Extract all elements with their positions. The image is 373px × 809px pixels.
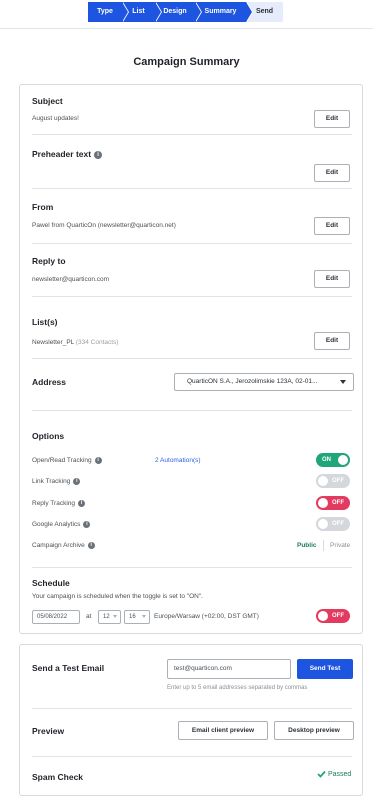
checkmark-icon [317,770,326,778]
schedule-label: Schedule [32,578,70,588]
toggle-knob [318,476,328,486]
preheader-label: Preheader text i [32,149,103,159]
toggle-state-label: OFF [332,478,344,484]
info-icon[interactable]: i [94,457,102,464]
options-label: Options [32,431,65,441]
minute-value: 16 [129,614,136,620]
edit-from-button[interactable]: Edit [314,217,350,235]
reply-to-label: Reply to [32,256,66,266]
schedule-date-input[interactable]: 05/08/2022 [32,610,80,624]
edit-reply-to-button[interactable]: Edit [314,270,350,288]
preheader-label-text: Preheader text [32,149,92,159]
toggle-state-label: OFF [332,500,344,506]
header-divider [0,28,373,29]
divider [32,296,352,297]
lists-value: Newsletter_PL (334 Contacts) [32,339,118,346]
link-tracking-label: Link Tracking i [32,478,81,486]
archive-option-separator [323,540,324,551]
email-client-preview-button[interactable]: Email client preview [178,721,268,740]
automations-link[interactable]: 2 Automation(s) [155,457,201,464]
divider [32,756,352,757]
caret-down-icon [142,615,146,618]
toggle-state-label: ON [322,457,331,463]
campaign-summary-card: Subject August updates! Edit Preheader t… [19,84,363,634]
schedule-toggle[interactable]: OFF [316,609,350,623]
subject-value: August updates! [32,115,79,122]
toggle-knob [338,455,348,465]
progress-stepper: Type List Design Summary Send [88,2,283,22]
spam-check-label: Spam Check [32,772,84,782]
schedule-note: Your campaign is scheduled when the togg… [32,593,203,600]
divider [32,243,352,244]
info-icon[interactable]: i [78,500,85,507]
info-icon[interactable]: i [94,150,103,159]
info-icon[interactable]: i [83,521,91,528]
info-icon[interactable]: i [87,542,95,549]
test-email-input[interactable]: test@quarticon.com [167,659,291,679]
from-label: From [32,202,54,212]
reply-tracking-label: Reply Tracking i [32,500,85,507]
test-email-hint: Enter up to 5 email addresses separated … [167,685,308,691]
address-selected-value: QuarticON S.A., Jerozolimskie 123A, 02-0… [187,378,318,385]
schedule-at-label: at [86,613,92,620]
from-value: Pawel from QuarticOn (newsletter@quartic… [32,222,176,229]
google-analytics-toggle[interactable]: OFF [316,517,350,531]
test-email-label: Send a Test Email [32,663,105,673]
edit-lists-button[interactable]: Edit [314,332,350,350]
google-analytics-label: Google Analytics i [32,521,91,529]
divider [32,188,352,189]
desktop-preview-button[interactable]: Desktop preview [274,721,354,740]
address-label: Address [32,377,67,387]
list-name: Newsletter_PL [32,339,75,346]
open-read-tracking-toggle[interactable]: ON [316,453,350,467]
address-select[interactable]: QuarticON S.A., Jerozolimskie 123A, 02-0… [174,373,354,391]
caret-down-icon [113,615,117,618]
link-tracking-text: Link Tracking [32,478,71,486]
divider [32,708,352,709]
campaign-archive-label: Campaign Archive i [32,542,95,549]
reply-tracking-text: Reply Tracking [32,500,75,508]
spam-status-text: Passed [327,770,352,778]
divider [32,134,352,135]
divider [32,410,352,411]
edit-subject-button[interactable]: Edit [314,110,350,128]
reply-to-value: newsletter@quarticon.com [32,276,110,283]
schedule-hour-select[interactable]: 12 [98,610,121,624]
divider [32,358,352,359]
subject-label: Subject [32,96,63,106]
archive-private-option[interactable]: Private [330,542,350,549]
lists-label: List(s) [32,317,58,327]
open-read-tracking-label: Open/Read Tracking i [32,457,102,464]
spam-check-status: Passed [317,770,351,778]
edit-preheader-button[interactable]: Edit [314,164,350,182]
toggle-knob [318,498,328,508]
send-options-card: Send a Test Email test@quarticon.com Sen… [19,644,363,796]
send-test-button[interactable]: Send Test [297,659,353,679]
toggle-knob [318,519,328,529]
toggle-state-label: OFF [332,521,344,527]
page-title: Campaign Summary [133,56,240,68]
step-summary[interactable]: Summary [195,2,253,22]
caret-down-icon [340,380,346,384]
campaign-archive-text: Campaign Archive [32,542,85,550]
schedule-minute-select[interactable]: 16 [124,610,150,624]
archive-public-option[interactable]: Public [297,542,317,549]
toggle-knob [318,611,328,621]
step-type[interactable]: Type [88,2,129,22]
list-contact-count: (334 Contacts) [75,339,119,346]
schedule-timezone: Europe/Warsaw (+02:00, DST GMT) [154,613,259,620]
open-read-tracking-text: Open/Read Tracking [32,457,92,465]
divider [32,567,352,568]
google-analytics-text: Google Analytics [32,521,81,529]
hour-value: 12 [103,614,110,620]
preview-label: Preview [32,726,65,736]
link-tracking-toggle[interactable]: OFF [316,474,350,488]
reply-tracking-toggle[interactable]: OFF [316,496,350,510]
toggle-state-label: OFF [332,613,344,619]
info-icon[interactable]: i [73,478,81,485]
